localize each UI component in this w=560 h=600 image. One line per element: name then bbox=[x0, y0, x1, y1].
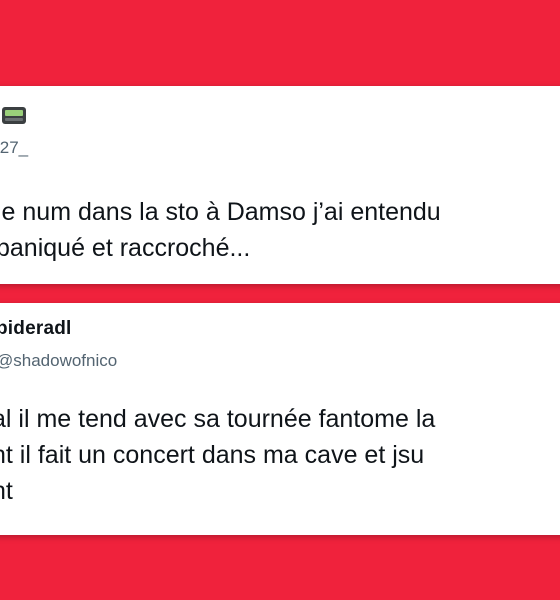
author-row: pideradl bbox=[0, 318, 72, 340]
tweet-line: nt bbox=[0, 477, 13, 505]
tweet-body: al il me tend avec sa tournée fantome la… bbox=[0, 401, 435, 509]
tweet-line: paniqué et raccroché... bbox=[0, 234, 251, 262]
tweet-line: al il me tend avec sa tournée fantome la bbox=[0, 405, 436, 433]
tweet-line: le num dans la sto à Damso j’ai entendu bbox=[0, 198, 441, 226]
tweet-card[interactable]: pideradl @shadowofnico al il me tend ave… bbox=[0, 303, 560, 535]
author-handle[interactable]: l27_ bbox=[0, 138, 28, 158]
tweet-line: nt il fait un concert dans ma cave et js… bbox=[0, 441, 425, 469]
author-name[interactable]: pideradl bbox=[0, 318, 72, 340]
author-handle[interactable]: @shadowofnico bbox=[0, 351, 117, 371]
tweet-body: le num dans la sto à Damso j’ai entendu … bbox=[0, 194, 441, 266]
author-row bbox=[0, 104, 26, 126]
tweet-card[interactable]: l27_ le num dans la sto à Damso j’ai ent… bbox=[0, 86, 560, 284]
pager-icon bbox=[2, 106, 26, 124]
